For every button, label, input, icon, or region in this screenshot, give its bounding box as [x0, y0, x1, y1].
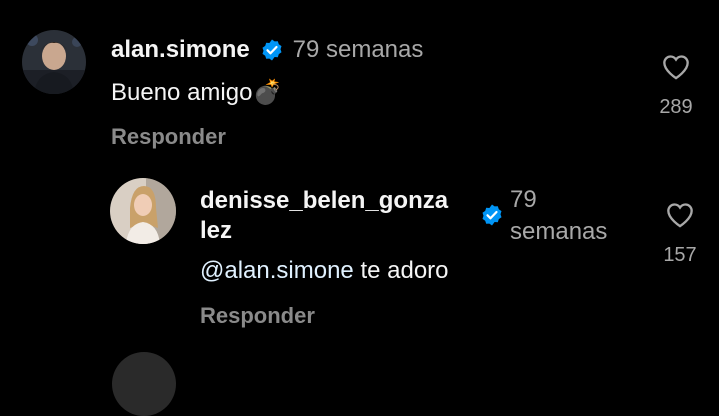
- verified-badge-icon: [260, 38, 284, 67]
- avatar[interactable]: [22, 30, 86, 94]
- like-count: 289: [659, 96, 693, 118]
- timestamp-line-1: 79: [510, 186, 537, 213]
- comment-text: @alan.simone te adoro: [200, 257, 449, 285]
- comment-body: Bueno amigo: [111, 79, 253, 106]
- bomb-emoji: 💣: [252, 79, 283, 106]
- avatar-image: [110, 178, 176, 244]
- comment-body: te adoro: [353, 257, 449, 284]
- comment-denisse: denisse_belen_gonza lez 79 semanas @alan…: [0, 170, 719, 340]
- comment-username[interactable]: denisse_belen_gonza lez: [200, 186, 472, 246]
- like-control: 157: [654, 202, 706, 267]
- comment-alan-simone: alan.simone 79 semanas Bueno amigo💣 Resp…: [0, 0, 719, 170]
- reply-button[interactable]: Responder: [200, 303, 315, 329]
- like-control: 289: [650, 54, 702, 119]
- comment-timestamp: 79 semanas: [510, 184, 607, 248]
- like-count: 157: [663, 244, 697, 266]
- avatar-image: [22, 30, 86, 94]
- next-comment-avatar[interactable]: [112, 352, 176, 416]
- comment-text: Bueno amigo💣: [111, 78, 282, 107]
- username-line-1: denisse_belen_gonza: [200, 187, 449, 214]
- mention-link[interactable]: @alan.simone: [200, 257, 354, 284]
- timestamp-line-2: semanas: [510, 218, 608, 245]
- verified-badge-icon: [480, 203, 504, 232]
- avatar[interactable]: [110, 178, 176, 244]
- reply-button[interactable]: Responder: [111, 124, 226, 150]
- heart-icon[interactable]: [662, 54, 690, 80]
- username-line-2: lez: [200, 217, 233, 244]
- comment-timestamp: 79 semanas: [292, 36, 424, 63]
- comment-username[interactable]: alan.simone: [111, 36, 250, 63]
- heart-icon[interactable]: [666, 202, 694, 228]
